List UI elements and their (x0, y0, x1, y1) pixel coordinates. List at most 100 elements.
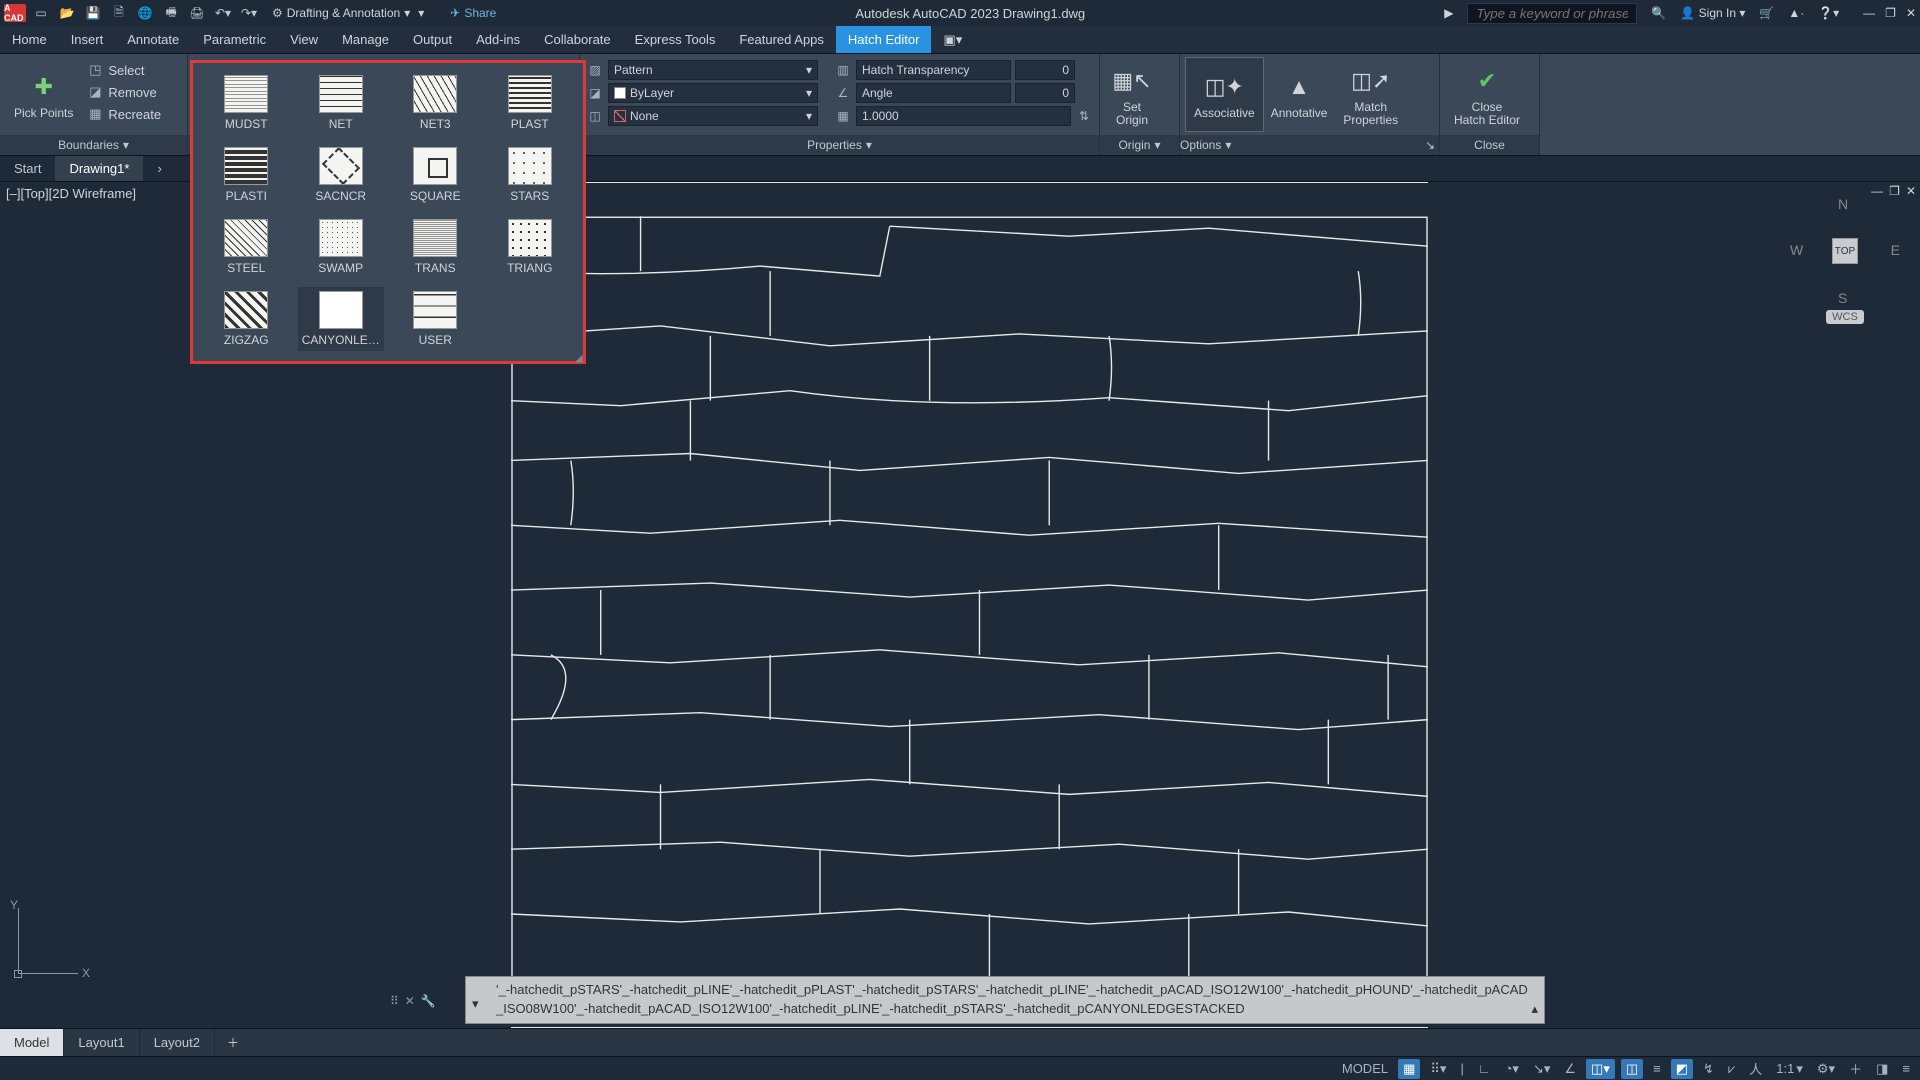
group-boundaries-label[interactable]: Boundaries ▾ (0, 135, 187, 155)
viewcube-e[interactable]: E (1891, 242, 1900, 258)
status-ortho-icon[interactable]: ∟ (1474, 1059, 1495, 1078)
viewport-label[interactable]: [–][Top][2D Wireframe] (6, 186, 136, 201)
viewcube[interactable]: N S E W TOP WCS (1790, 196, 1900, 326)
pattern-stars[interactable]: STARS (487, 143, 574, 207)
doc-tab-start[interactable]: Start (0, 156, 55, 181)
pattern-trans[interactable]: TRANS (392, 215, 479, 279)
cart-icon[interactable]: 🛒 (1759, 6, 1774, 20)
command-window[interactable]: ▾ '_-hatchedit_pSTARS'_-hatchedit_pLINE'… (465, 976, 1545, 1024)
group-origin-label[interactable]: Origin ▾ (1100, 135, 1179, 155)
search-collapse-icon[interactable]: ▶ (1444, 6, 1453, 20)
saveas-icon[interactable]: 🗎 (110, 4, 128, 22)
associative-button[interactable]: ◫✦ Associative (1186, 58, 1263, 131)
status-lineweight-icon[interactable]: ◫ (1621, 1059, 1643, 1079)
new-icon[interactable]: ▭ (32, 4, 50, 22)
tab-manage[interactable]: Manage (330, 26, 401, 53)
pattern-net3[interactable]: NET3 (392, 71, 479, 135)
status-gizmo-icon[interactable]: ↯ (1699, 1059, 1718, 1079)
share-button[interactable]: ✈ Share (450, 6, 496, 20)
cmd-close-icon[interactable]: ✕ (405, 994, 415, 1008)
cmd-grip-icon[interactable]: ⠿ (390, 994, 399, 1008)
status-polar-icon[interactable]: ◔▾ (1501, 1059, 1523, 1079)
hatch-color-dropdown[interactable]: ByLayer▾ (608, 83, 818, 103)
viewcube-n[interactable]: N (1838, 196, 1848, 212)
status-grid-icon[interactable]: ▦ (1398, 1059, 1420, 1079)
group-options-label[interactable]: Options ▾ ↘ (1180, 135, 1439, 155)
pattern-plasti[interactable]: PLASTI (203, 143, 290, 207)
status-snap-icon[interactable]: ⠿▾ (1426, 1059, 1450, 1079)
tab-hatch-editor[interactable]: Hatch Editor (836, 26, 932, 53)
ribbon-minimize-icon[interactable]: ▣▾ (931, 26, 974, 53)
set-origin-button[interactable]: ▦↖ SetOrigin (1106, 58, 1158, 131)
undo-icon[interactable]: ↶▾ (214, 4, 232, 22)
layout-tab-model[interactable]: Model (0, 1029, 64, 1056)
pattern-swamp[interactable]: SWAMP (298, 215, 385, 279)
tab-collaborate[interactable]: Collaborate (532, 26, 623, 53)
pattern-plast[interactable]: PLAST (487, 71, 574, 135)
tab-express-tools[interactable]: Express Tools (623, 26, 728, 53)
search-input[interactable] (1467, 3, 1637, 24)
wcs-badge[interactable]: WCS (1826, 310, 1864, 324)
layout-tab-layout2[interactable]: Layout2 (140, 1029, 215, 1056)
match-properties-button[interactable]: ◫➚ MatchProperties (1335, 58, 1406, 131)
viewcube-s[interactable]: S (1838, 290, 1847, 306)
resize-grip-icon[interactable]: ◢ (575, 353, 585, 363)
app-store-icon[interactable]: ▲· (1788, 6, 1804, 20)
pattern-mudst[interactable]: MUDST (203, 71, 290, 135)
recreate-boundary-button[interactable]: ▦Recreate (81, 104, 167, 124)
pattern-steel[interactable]: STEEL (203, 215, 290, 279)
viewcube-w[interactable]: W (1790, 242, 1803, 258)
pattern-square[interactable]: SQUARE (392, 143, 479, 207)
cmd-expand-icon[interactable]: ▾ (472, 995, 479, 1013)
pattern-net[interactable]: NET (298, 71, 385, 135)
remove-boundary-button[interactable]: ◪Remove (81, 82, 167, 102)
select-boundary-button[interactable]: ◳Select (81, 60, 167, 80)
restore-icon[interactable]: ❐ (1885, 6, 1896, 20)
status-anno1-icon[interactable]: ⩗ (1724, 1059, 1739, 1079)
status-model[interactable]: MODEL (1338, 1059, 1392, 1078)
status-isolate-icon[interactable]: ◨ (1872, 1059, 1892, 1079)
minimize-icon[interactable]: — (1863, 6, 1875, 20)
hatch-bg-dropdown[interactable]: None▾ (608, 106, 818, 126)
status-customize-icon[interactable]: ≡ (1898, 1059, 1914, 1078)
viewcube-top-face[interactable]: TOP (1832, 238, 1858, 264)
vp-close-icon[interactable]: ✕ (1906, 184, 1916, 198)
spinner-icon[interactable]: ⇅ (1075, 107, 1093, 125)
tab-home[interactable]: Home (0, 26, 59, 53)
status-scale[interactable]: 1:1▾ (1772, 1059, 1807, 1079)
pattern-sacncr[interactable]: SACNCR (298, 143, 385, 207)
pattern-canyonle[interactable]: CANYONLE… (298, 287, 385, 351)
transparency-dropdown[interactable]: Hatch Transparency (856, 60, 1011, 80)
doc-tab-more-icon[interactable]: › (143, 156, 175, 181)
web-icon[interactable]: 🌐 (136, 4, 154, 22)
cmd-scroll-icon[interactable]: ▴ (1531, 1000, 1538, 1018)
close-hatch-editor-button[interactable]: ✔ CloseHatch Editor (1446, 58, 1528, 131)
tab-view[interactable]: View (278, 26, 330, 53)
plot-icon[interactable]: 🖷 (162, 4, 180, 22)
status-add-icon[interactable]: ＋ (1845, 1057, 1866, 1080)
scale-input[interactable] (856, 106, 1071, 126)
status-selection-icon[interactable]: ◩ (1671, 1059, 1693, 1079)
tab-parametric[interactable]: Parametric (191, 26, 278, 53)
hatch-type-dropdown[interactable]: Pattern▾ (608, 60, 818, 80)
workspace-dropdown[interactable]: ⚙ Drafting & Annotation ▾ ▾ (266, 4, 430, 22)
group-properties-label[interactable]: Properties ▾ (580, 135, 1099, 155)
layout-add-button[interactable]: ＋ (215, 1029, 251, 1056)
doc-tab-drawing1[interactable]: Drawing1* (55, 156, 143, 181)
tab-annotate[interactable]: Annotate (115, 26, 191, 53)
help-icon[interactable]: ❔▾ (1818, 6, 1839, 20)
status-isodraft-icon[interactable]: ↘▾ (1529, 1059, 1554, 1079)
tab-output[interactable]: Output (401, 26, 464, 53)
pick-points-button[interactable]: ✚ Pick Points (6, 58, 81, 131)
status-anno2-icon[interactable]: 人 (1745, 1057, 1766, 1080)
pattern-triang[interactable]: TRIANG (487, 215, 574, 279)
tab-insert[interactable]: Insert (59, 26, 116, 53)
close-icon[interactable]: ✕ (1906, 6, 1916, 20)
status-osnap-icon[interactable]: ◫▾ (1586, 1059, 1615, 1079)
tab-featured-apps[interactable]: Featured Apps (727, 26, 836, 53)
save-icon[interactable]: 💾 (84, 4, 102, 22)
cmd-wrench-icon[interactable]: 🔧 (421, 994, 436, 1008)
open-icon[interactable]: 📂 (58, 4, 76, 22)
annotative-button[interactable]: ▲ Annotative (1263, 58, 1336, 131)
status-transparency-icon[interactable]: ≡ (1649, 1059, 1665, 1078)
